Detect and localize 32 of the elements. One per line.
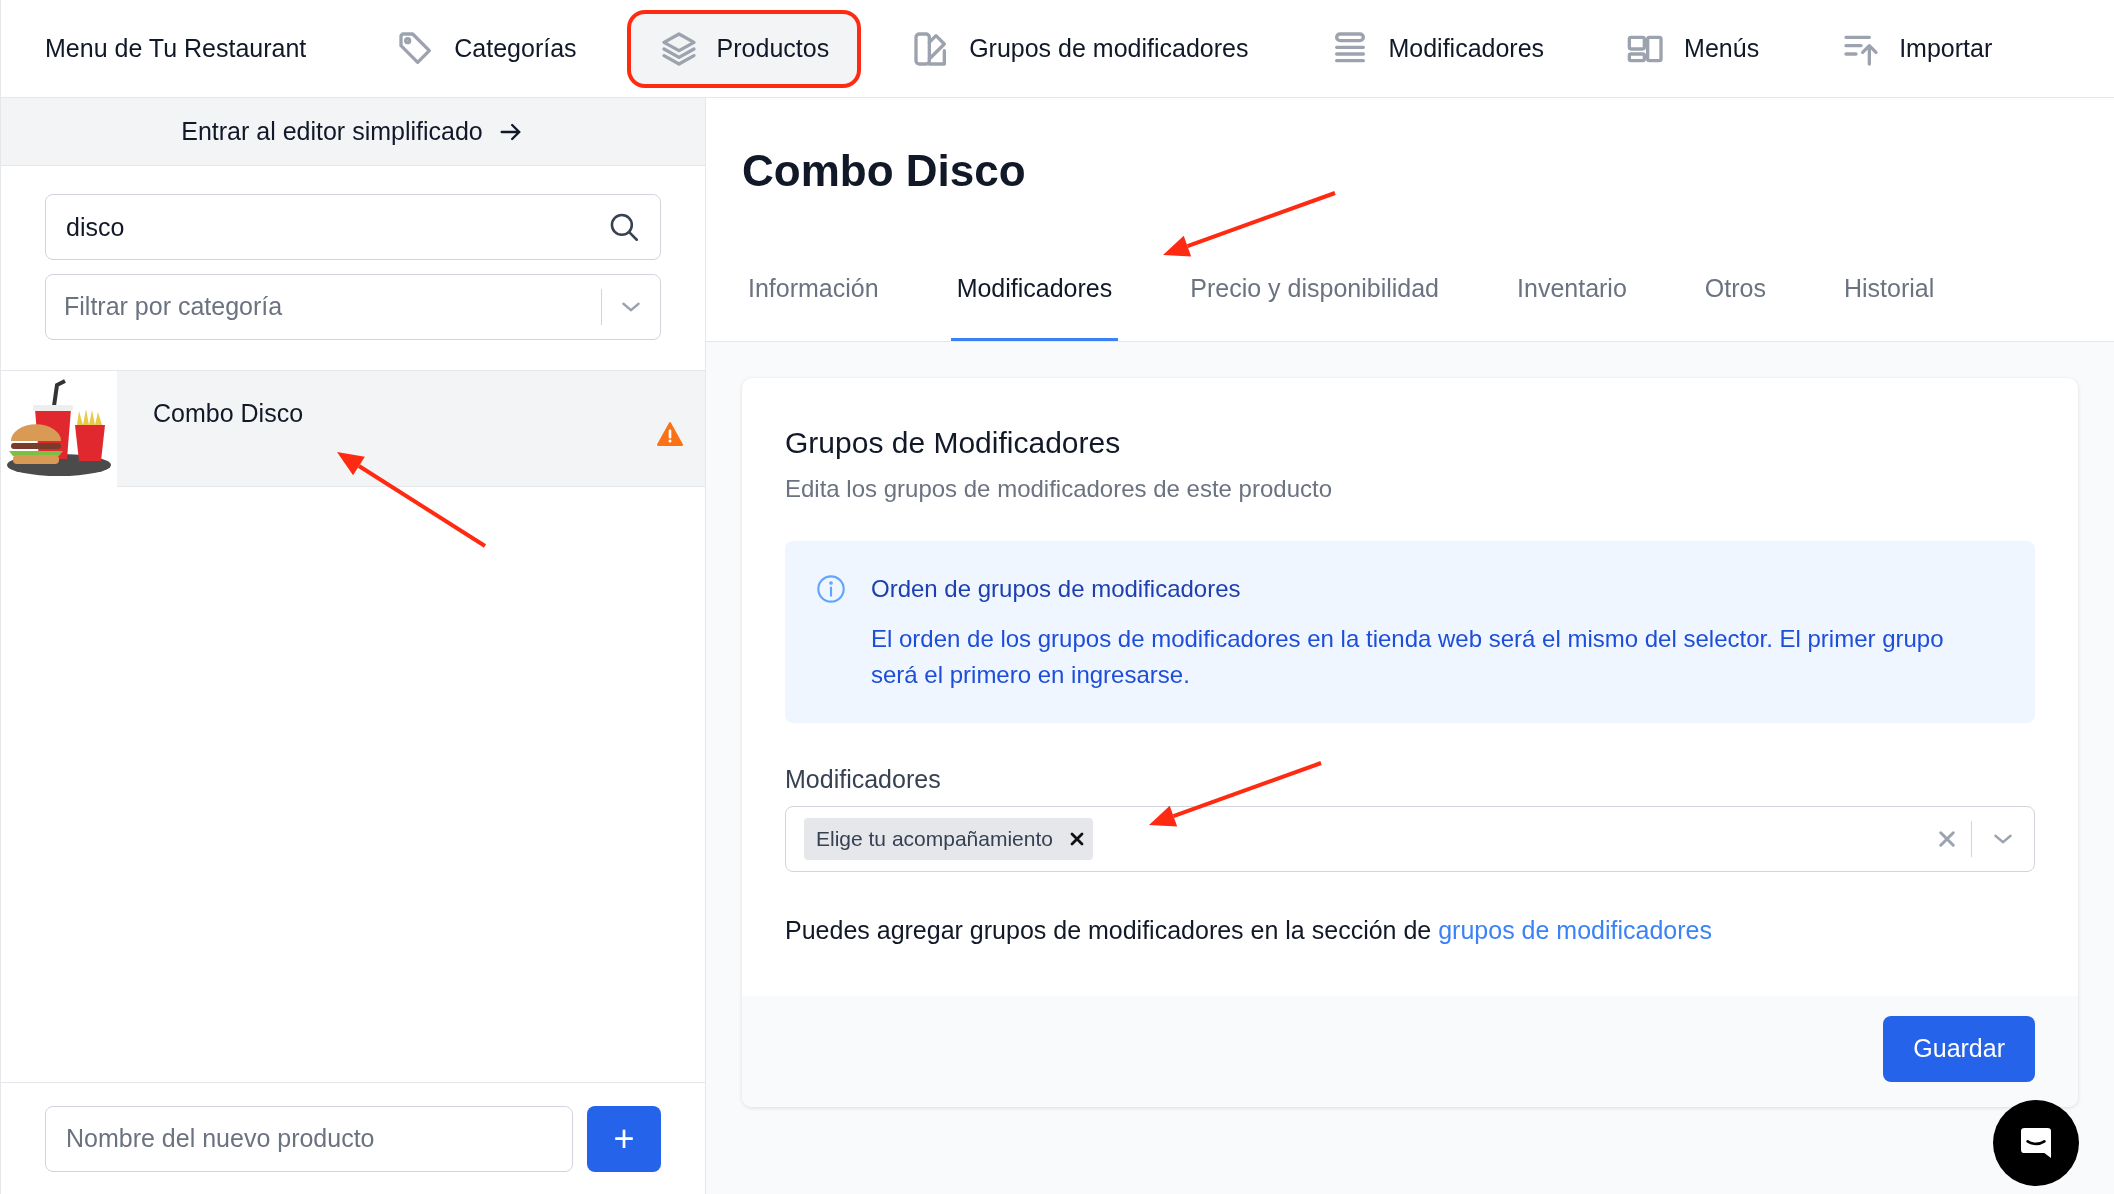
modifier-select[interactable]: Elige tu acompañamiento [785,806,2035,872]
info-icon [815,572,847,605]
nav-tab[interactable]: Modificadores [1302,13,1573,84]
category-select[interactable]: Filtrar por categoría [45,274,661,340]
info-text: El orden de los grupos de modificadores en la tienda web será el mismo del selector. El primer grupo será el primero en ingresarse. [871,623,1945,690]
tab[interactable]: Historial [1837,270,1941,341]
nav-tab[interactable]: Menús [1598,13,1788,84]
tab[interactable]: Información [742,270,885,341]
help-link[interactable]: grupos de modificadores [1438,916,1712,944]
card-subtitle: Edita los grupos de modificadores de este producto [785,473,1333,504]
new-product-field[interactable]: Nombre del nuevo producto [45,1105,573,1172]
add-button[interactable]: + [587,1105,661,1172]
tab[interactable]: Otros [1698,270,1772,341]
product-name: Combo Disco [152,398,305,429]
tab[interactable]: Precio y disponibilidad [1184,270,1446,341]
nav-tab[interactable]: Categorías [368,13,605,84]
app-title: Menu de Tu Restaurant [45,32,307,64]
nav-tab[interactable]: Importar [1813,13,2021,84]
editor-link[interactable]: Entrar al editor simplificado [1,98,705,166]
search-field[interactable]: disco [45,194,661,260]
card-heading: Grupos de Modificadores [785,424,1122,461]
save-button[interactable]: Guardar [1883,1015,2035,1082]
nav-tab[interactable]: Grupos de modificadores [883,13,1277,84]
info-title: Orden de grupos de modificadores [871,573,1242,604]
field-label: Modificadores [785,763,941,795]
help-text: Puedes agregar grupos de modificadores en la sección de grupos de modificadores [785,915,1713,946]
tab[interactable]: Modificadores [950,270,1119,341]
tab[interactable]: Inventario [1511,270,1633,341]
remove-icon[interactable] [1069,831,1085,847]
product-title: Combo Disco [742,145,1026,197]
tag: Elige tu acompañamiento [804,818,1093,860]
product-row[interactable]: Combo Disco [1,371,705,487]
